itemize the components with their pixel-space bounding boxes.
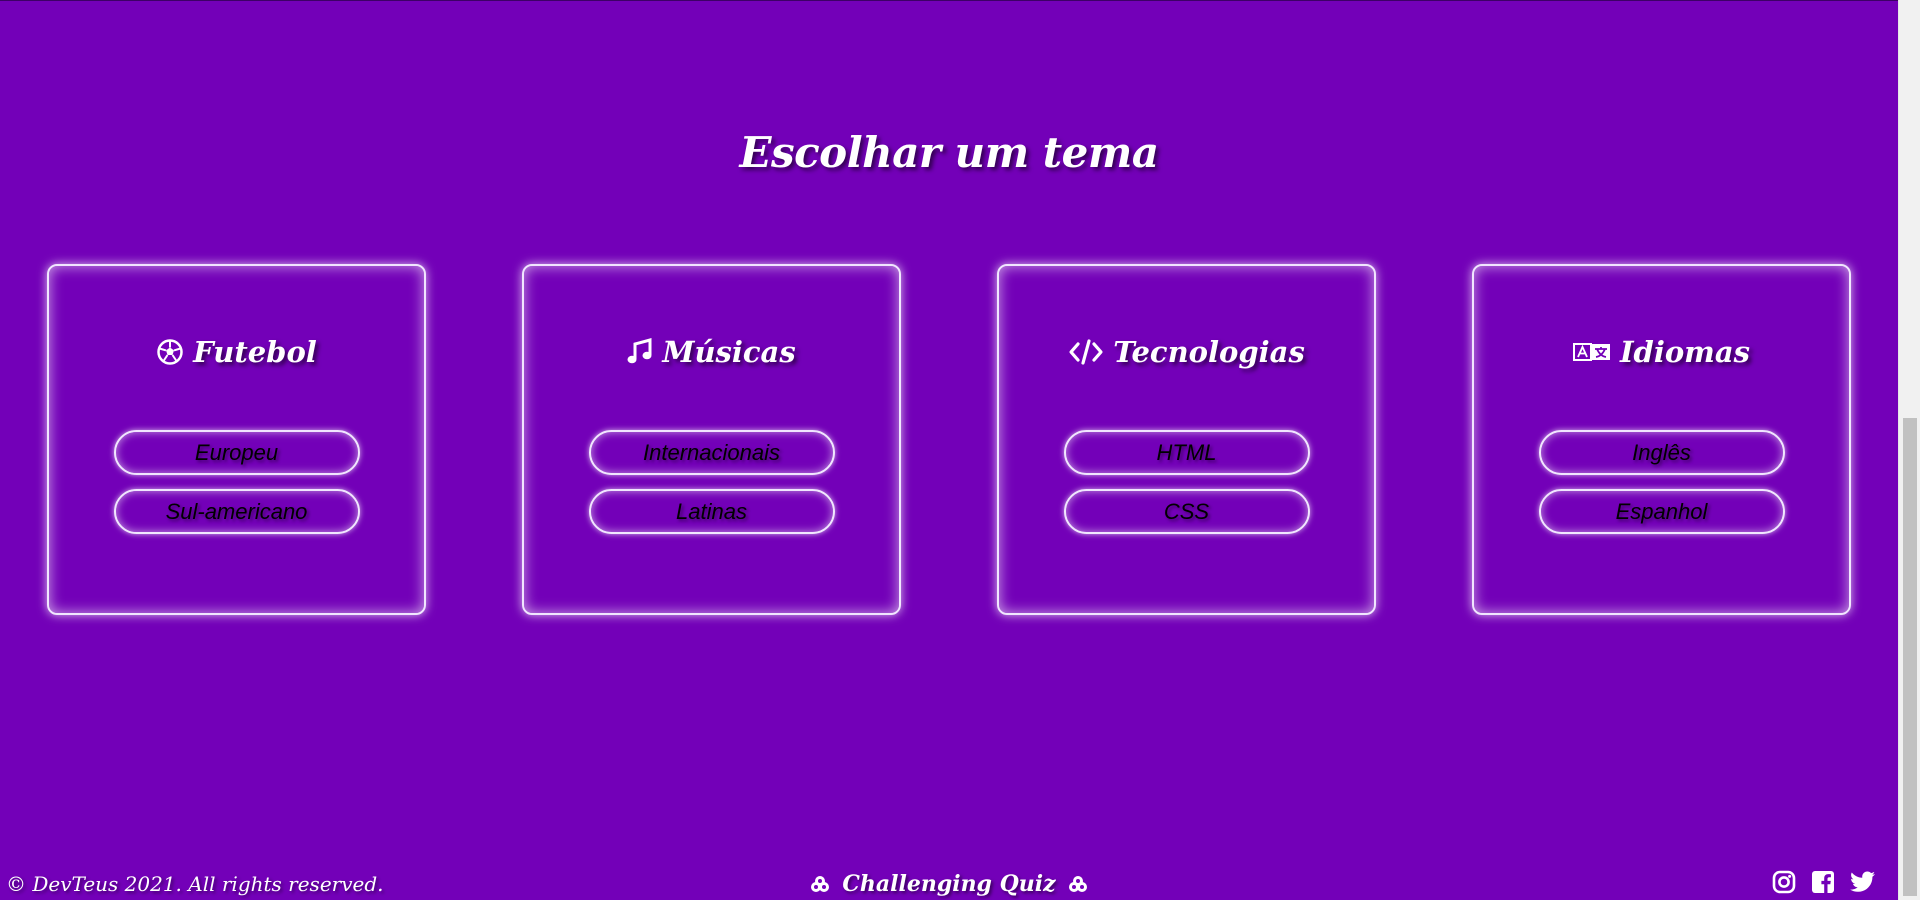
instagram-icon[interactable]: [1772, 870, 1796, 894]
code-icon: [1068, 338, 1104, 366]
option-button-latinas[interactable]: Latinas: [588, 489, 835, 534]
card-title-label: Músicas: [662, 335, 796, 369]
brand-name: Challenging Quiz: [842, 871, 1056, 897]
options-musicas: Internacionais Latinas: [588, 430, 835, 534]
options-tecnologias: HTML CSS: [1063, 430, 1310, 534]
facebook-icon[interactable]: [1811, 870, 1835, 894]
option-button-sul-americano[interactable]: Sul-americano: [113, 489, 360, 534]
cookie-bite-icon: [810, 875, 830, 893]
card-title-label: Futebol: [193, 335, 317, 369]
theme-card-futebol: Futebol Europeu Sul-americano: [47, 264, 426, 615]
option-button-ingles[interactable]: Inglês: [1538, 430, 1785, 475]
vertical-scrollbar[interactable]: [1898, 0, 1920, 900]
card-title-label: Tecnologias: [1113, 335, 1305, 369]
theme-card-musicas: Músicas Internacionais Latinas: [522, 264, 901, 615]
option-button-css[interactable]: CSS: [1063, 489, 1310, 534]
soccer-ball-icon: [156, 338, 184, 366]
option-button-espanhol[interactable]: Espanhol: [1538, 489, 1785, 534]
theme-cards: Futebol Europeu Sul-americano Músicas In…: [47, 264, 1851, 615]
card-title-tecnologias: Tecnologias: [1068, 332, 1305, 372]
card-title-idiomas: Idiomas: [1572, 332, 1750, 372]
options-futebol: Europeu Sul-americano: [113, 430, 360, 534]
theme-card-tecnologias: Tecnologias HTML CSS: [997, 264, 1376, 615]
translate-icon: [1572, 340, 1611, 364]
cookie-bite-icon: [1068, 875, 1088, 893]
options-idiomas: Inglês Espanhol: [1538, 430, 1785, 534]
option-button-html[interactable]: HTML: [1063, 430, 1310, 475]
footer: © DevTeus 2021. All rights reserved. Cha…: [0, 866, 1898, 900]
option-button-europeu[interactable]: Europeu: [113, 430, 360, 475]
option-button-internacionais[interactable]: Internacionais: [588, 430, 835, 475]
page-title: Escolhar um tema: [739, 128, 1159, 177]
card-title-musicas: Músicas: [627, 332, 796, 372]
card-title-label: Idiomas: [1619, 335, 1750, 369]
social-links: [1772, 870, 1876, 894]
top-border-line: [0, 0, 1898, 1]
footer-brand: Challenging Quiz: [0, 871, 1898, 897]
twitter-icon[interactable]: [1850, 871, 1876, 893]
card-title-futebol: Futebol: [156, 332, 317, 372]
scrollbar-thumb[interactable]: [1903, 418, 1917, 896]
theme-card-idiomas: Idiomas Inglês Espanhol: [1472, 264, 1851, 615]
music-note-icon: [627, 338, 653, 366]
